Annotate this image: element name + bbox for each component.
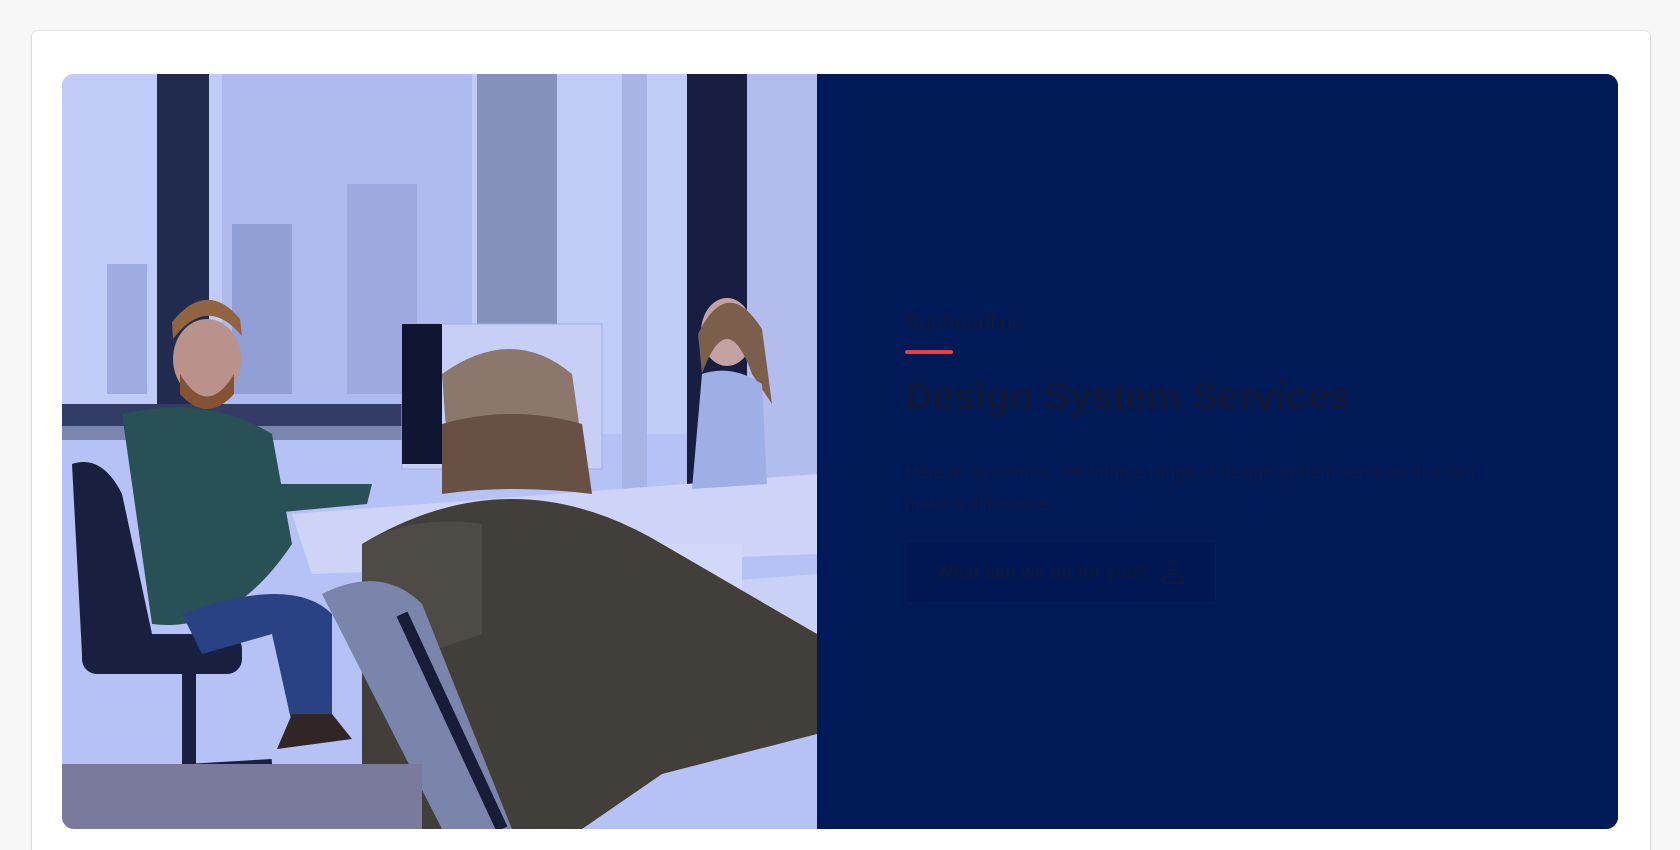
hero-content-panel: Subheadline Design System Services Here … (817, 74, 1618, 829)
accent-divider (905, 350, 953, 354)
hero-title: Design System Services (905, 376, 1351, 418)
hero-copy: Subheadline Design System Services Here … (905, 311, 1525, 603)
office-team-photo (62, 74, 817, 829)
cta-button-label: What can we do for you? (936, 561, 1150, 582)
hero-description: Here at Systemics, we bring a range of d… (905, 462, 1476, 514)
user-icon (1161, 559, 1185, 585)
photo-tint-overlay (62, 74, 817, 829)
cta-button[interactable]: What can we do for you? (905, 541, 1217, 603)
hero-subheadline: Subheadline (905, 312, 1024, 335)
hero-section: Subheadline Design System Services Here … (62, 74, 1618, 829)
